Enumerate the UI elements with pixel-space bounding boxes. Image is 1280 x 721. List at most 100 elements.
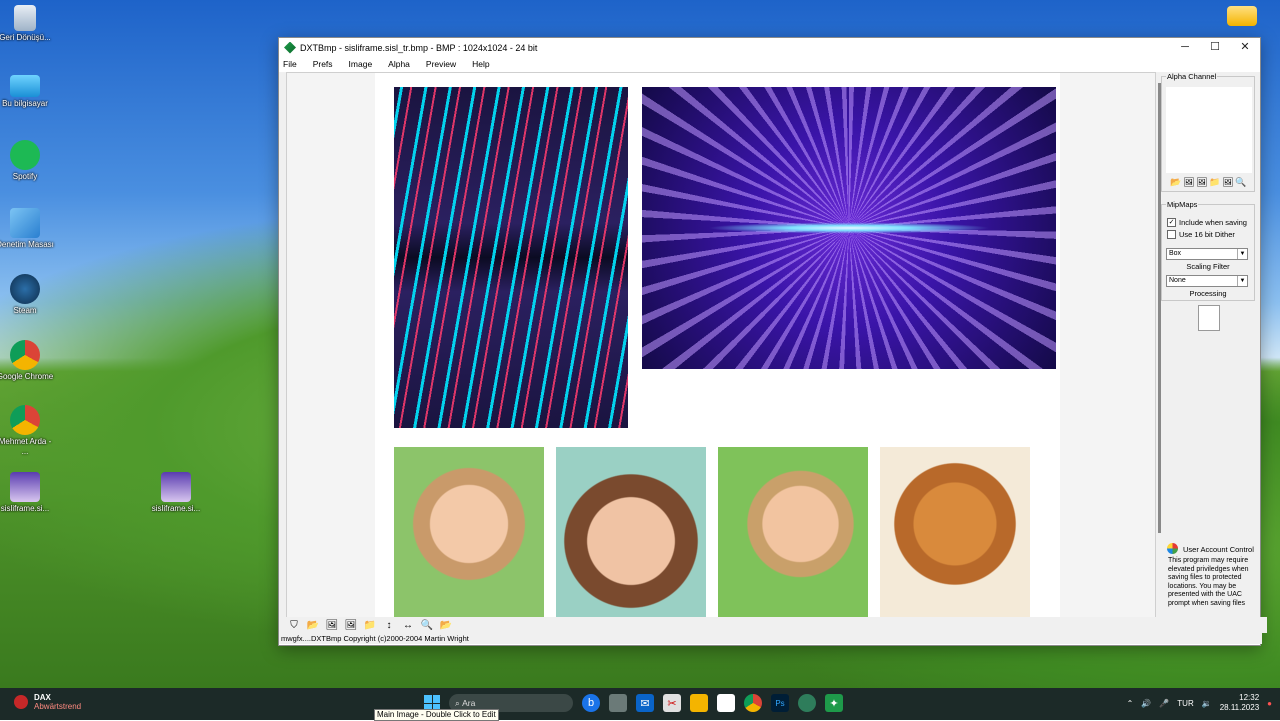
alpha-channel-title: Alpha Channel — [1166, 72, 1218, 81]
shield-icon[interactable]: ⛉ — [286, 618, 302, 632]
resize-horizontal-icon[interactable]: ↔ — [400, 618, 416, 632]
chrome-profile-icon — [10, 405, 40, 435]
alpha-channel-preview[interactable] — [1166, 87, 1252, 173]
uac-shield-icon — [1167, 543, 1178, 554]
menu-prefs[interactable]: Prefs — [313, 59, 341, 69]
speaker-icon[interactable]: 🔊 — [1141, 699, 1151, 708]
search-icon: ⌕ — [455, 697, 463, 708]
open-folder-icon[interactable]: 📂 — [1170, 177, 1182, 188]
mipmaps-group: MipMaps ✓ Include when saving Use 16 bit… — [1161, 200, 1255, 301]
widget-title: DAX — [34, 693, 51, 702]
bing-icon[interactable]: b — [582, 694, 600, 712]
desktop-icon-image-file-2[interactable]: sisliframe.si... — [146, 472, 206, 514]
chevron-up-icon[interactable]: ⌃ — [1127, 699, 1134, 708]
right-panel: Alpha Channel 📂 🖼 🖼 📁 🖼 🔍 MipMaps ✓ Incl… — [1161, 72, 1259, 617]
widget-subtitle: Abwärtstrend — [34, 702, 82, 711]
main-image-area[interactable] — [286, 72, 1161, 619]
save-folder-icon[interactable]: 📁 — [362, 618, 378, 632]
menu-image[interactable]: Image — [349, 59, 381, 69]
golden-retriever-photo — [880, 447, 1030, 618]
recycle-bin-icon — [14, 5, 36, 31]
desktop-icon-chrome-profile[interactable]: Mehmet Arda - ... — [0, 405, 55, 457]
desktop-icon-steam[interactable]: Steam — [0, 274, 55, 316]
desktop-icon-this-pc[interactable]: Bu bilgisayar — [0, 75, 55, 109]
desktop-icon-control-panel[interactable]: Denetim Masası — [0, 208, 55, 250]
processing-value: None — [1169, 277, 1186, 284]
include-when-saving-row[interactable]: ✓ Include when saving — [1167, 218, 1247, 227]
use-16bit-dither-checkbox[interactable] — [1167, 230, 1176, 239]
neon-tunnel-image — [394, 87, 628, 428]
chevron-down-icon: ▼ — [1237, 276, 1247, 286]
alpha-channel-group: Alpha Channel 📂 🖼 🖼 📁 🖼 🔍 — [1161, 72, 1255, 192]
menu-alpha[interactable]: Alpha — [388, 59, 418, 69]
processing-label: Processing — [1189, 289, 1227, 298]
edit-image-icon[interactable]: 🖼 — [1222, 177, 1234, 188]
taskbar: DAX Abwärtstrend ⌕ Ara b ✉ ✂ Ps ✦ ⌃ 🔊 🎤 … — [0, 688, 1280, 720]
system-tray: ⌃ 🔊 🎤 TUR 🔉 12:32 28.11.2023 ● — [1127, 693, 1272, 713]
notification-icon[interactable]: ● — [1267, 699, 1272, 708]
uac-description: This program may require elevated privil… — [1168, 557, 1249, 607]
language-indicator[interactable]: TUR — [1177, 699, 1193, 708]
stock-alert-icon — [14, 695, 28, 709]
close-button[interactable]: ✕ — [1230, 38, 1260, 57]
clock-date: 28.11.2023 — [1219, 703, 1260, 712]
spotify-icon — [10, 140, 40, 170]
open-folder-icon[interactable]: 📂 — [305, 618, 321, 632]
clock[interactable]: 12:32 28.11.2023 — [1220, 693, 1259, 713]
stock-widget[interactable]: DAX Abwärtstrend — [14, 693, 81, 711]
processing-select[interactable]: None ▼ — [1166, 275, 1248, 287]
globe-icon[interactable] — [798, 694, 816, 712]
chevron-down-icon: ▼ — [1237, 249, 1247, 259]
purple-burst-image — [642, 87, 1056, 369]
resize-vertical-icon[interactable]: ↕ — [381, 618, 397, 632]
magnifier-icon[interactable]: 🔍 — [419, 618, 435, 632]
chrome-icon — [10, 340, 40, 370]
minimize-button[interactable]: ─ — [1170, 38, 1200, 57]
chrome-taskbar-icon[interactable] — [744, 694, 762, 712]
menu-help[interactable]: Help — [472, 59, 497, 69]
task-view-icon[interactable] — [609, 694, 627, 712]
use-16bit-dither-row[interactable]: Use 16 bit Dither — [1167, 230, 1235, 239]
maximize-button[interactable]: ☐ — [1200, 38, 1230, 57]
dxtbmp-app-icon — [284, 41, 296, 54]
photoshop-icon[interactable]: Ps — [771, 694, 789, 712]
client-area: Alpha Channel 📂 🖼 🖼 📁 🖼 🔍 MipMaps ✓ Incl… — [279, 72, 1260, 619]
desktop-icon-spotify[interactable]: Spotify — [0, 140, 55, 182]
image-file-icon — [10, 472, 40, 502]
mail-icon[interactable]: ✉ — [636, 694, 654, 712]
export-image-icon[interactable]: 🖼 — [343, 618, 359, 632]
volume-icon[interactable]: 🔉 — [1202, 699, 1212, 708]
main-image[interactable] — [375, 73, 1060, 618]
scaling-filter-select[interactable]: Box ▼ — [1166, 248, 1248, 260]
import-image-icon[interactable]: 🖼 — [1183, 177, 1195, 188]
control-panel-icon — [10, 208, 40, 238]
import-image-icon[interactable]: 🖼 — [324, 618, 340, 632]
girl-sunglasses-photo — [394, 447, 544, 618]
snipping-tool-icon[interactable]: ✂ — [663, 694, 681, 712]
browse-folder-icon[interactable]: 📂 — [438, 618, 454, 632]
menu-preview[interactable]: Preview — [426, 59, 464, 69]
dxtbmp-taskbar-icon[interactable]: ✦ — [825, 694, 843, 712]
boy-thumbs-up-photo — [718, 447, 868, 618]
store-icon[interactable] — [717, 694, 735, 712]
folder-icon — [1227, 6, 1257, 26]
scaling-filter-label: Scaling Filter — [1186, 262, 1230, 271]
document-icon[interactable] — [1198, 305, 1220, 331]
export-image-icon[interactable]: 🖼 — [1196, 177, 1208, 188]
file-explorer-icon[interactable] — [690, 694, 708, 712]
desktop-icon-image-file-1[interactable]: sisliframe.si... — [0, 472, 55, 514]
desktop-icon-recycle-bin[interactable]: Geri Dönüşü... — [0, 5, 55, 43]
alpha-toolbar: 📂 🖼 🖼 📁 🖼 🔍 — [1170, 177, 1247, 188]
status-bar: mwgfx....DXTBmp Copyright (c)2000-2004 M… — [279, 633, 1262, 644]
magnifier-icon[interactable]: 🔍 — [1235, 177, 1247, 188]
search-placeholder: Ara — [462, 698, 476, 708]
title-bar[interactable]: DXTBmp - sisliframe.sisl_tr.bmp - BMP : … — [279, 38, 1260, 57]
menu-file[interactable]: File — [283, 59, 305, 69]
save-folder-icon[interactable]: 📁 — [1209, 177, 1221, 188]
bottom-toolbar: ⛉ 📂 🖼 🖼 📁 ↕ ↔ 🔍 📂 — [279, 617, 1267, 633]
desktop-icon-chrome[interactable]: Google Chrome — [0, 340, 55, 382]
desktop-icon-folder[interactable] — [1212, 6, 1272, 28]
microphone-icon[interactable]: 🎤 — [1159, 699, 1169, 708]
use-16bit-dither-label: Use 16 bit Dither — [1179, 230, 1235, 239]
include-when-saving-checkbox[interactable]: ✓ — [1167, 218, 1176, 227]
